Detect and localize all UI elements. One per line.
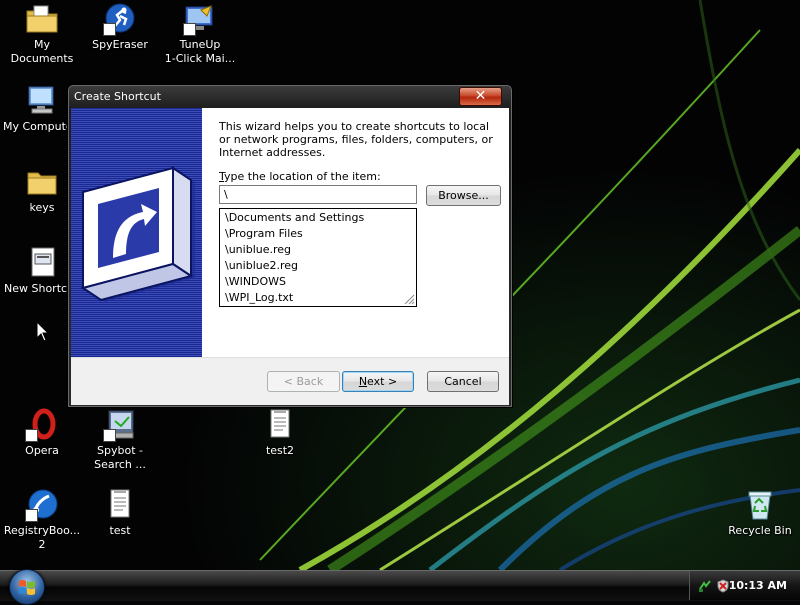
spybot-icon — [103, 408, 137, 442]
autocomplete-item[interactable]: \uniblue.reg — [220, 242, 416, 258]
autocomplete-item[interactable]: \Program Files — [220, 226, 416, 242]
desktop-icon-label: TuneUp 1-Click Mai... — [164, 38, 236, 65]
desktop-icon-my-documents[interactable]: My Documents — [0, 2, 84, 66]
desktop-icon-test[interactable]: test — [78, 488, 162, 538]
computer-icon — [25, 84, 59, 118]
desktop-icon-test2[interactable]: test2 — [238, 408, 322, 458]
location-label-text: ype the location of the item: — [224, 170, 381, 183]
location-label: Type the location of the item: — [219, 170, 381, 183]
taskbar: 10:13 AM — [0, 569, 800, 605]
shortcut-arrow-icon — [183, 23, 196, 36]
next-button[interactable]: Next > — [342, 371, 414, 392]
desktop-icon-spybot[interactable]: Spybot - Search ... — [78, 408, 162, 472]
desktop-icon-label: test2 — [265, 444, 295, 457]
location-input[interactable] — [219, 185, 417, 204]
autocomplete-item[interactable]: \WINDOWS — [220, 274, 416, 290]
desktop-icon-label: RegistryBoo... 2 — [3, 524, 81, 551]
registrybooster-icon — [25, 488, 59, 522]
resize-grip-icon[interactable] — [404, 294, 415, 305]
dialog-titlebar[interactable]: Create Shortcut ✕ — [68, 85, 512, 108]
system-tray: 10:13 AM — [689, 571, 800, 600]
desktop-icon-label: Spybot - Search ... — [94, 444, 146, 471]
recycle-bin-icon — [743, 488, 777, 522]
desktop-icon-label: Opera — [25, 444, 59, 457]
spyeraser-icon — [103, 2, 137, 36]
desktop-icon-label: SpyEraser — [92, 38, 148, 51]
shortcut-wizard-icon — [80, 166, 195, 302]
shortcut-arrow-icon — [25, 429, 38, 442]
dialog-title: Create Shortcut — [74, 90, 161, 103]
tuneup-icon — [183, 2, 217, 36]
opera-icon — [25, 408, 59, 442]
desktop-icon-label: test — [109, 524, 131, 537]
taskbar-clock[interactable]: 10:13 AM — [729, 579, 787, 592]
network-icon[interactable] — [698, 579, 712, 593]
create-shortcut-dialog: Create Shortcut ✕ This wizard helps you … — [67, 84, 513, 408]
close-button[interactable]: ✕ — [459, 87, 502, 106]
desktop-icon-recycle-bin[interactable]: Recycle Bin — [718, 488, 800, 538]
desktop-icon-opera[interactable]: Opera — [0, 408, 84, 458]
mouse-cursor-icon — [36, 321, 50, 342]
text-file-icon — [103, 488, 137, 522]
desktop-icon-spyeraser[interactable]: SpyEraser — [78, 2, 162, 52]
shortcut-arrow-icon — [25, 509, 38, 522]
autocomplete-item[interactable]: \Documents and Settings — [220, 210, 416, 226]
autocomplete-item[interactable]: \uniblue2.reg — [220, 258, 416, 274]
wizard-intro-text: This wizard helps you to create shortcut… — [219, 120, 493, 159]
shortcut-file-icon — [25, 246, 59, 280]
autocomplete-item[interactable]: \WPI_Log.txt — [220, 290, 416, 306]
shortcut-arrow-icon — [103, 429, 116, 442]
shortcut-arrow-icon — [103, 23, 116, 36]
text-file-icon — [263, 408, 297, 442]
next-button-label: ext > — [367, 375, 398, 388]
dialog-footer: < Back Next > Cancel — [71, 357, 509, 405]
cancel-button[interactable]: Cancel — [427, 371, 499, 392]
next-button-accesskey: N — [358, 375, 368, 388]
desktop-icon-label: My Documents — [10, 38, 74, 65]
browse-button[interactable]: Browse... — [426, 185, 501, 206]
dialog-client-area: This wizard helps you to create shortcut… — [71, 108, 509, 405]
folder-icon — [25, 165, 59, 199]
desktop-icon-label: Recycle Bin — [728, 524, 792, 537]
wizard-banner — [71, 108, 202, 357]
autocomplete-list: \Documents and Settings \Program Files \… — [219, 208, 417, 307]
windows-logo-icon — [19, 580, 35, 595]
desktop-icon-tuneup[interactable]: TuneUp 1-Click Mai... — [158, 2, 242, 66]
desktop-icon-registrybooster[interactable]: RegistryBoo... 2 — [0, 488, 84, 552]
folder-documents-icon — [25, 2, 59, 36]
desktop-icon-label: New Shortcut — [4, 282, 71, 295]
desktop-icon-label: My Computer — [3, 120, 70, 133]
back-button[interactable]: < Back — [267, 371, 340, 392]
